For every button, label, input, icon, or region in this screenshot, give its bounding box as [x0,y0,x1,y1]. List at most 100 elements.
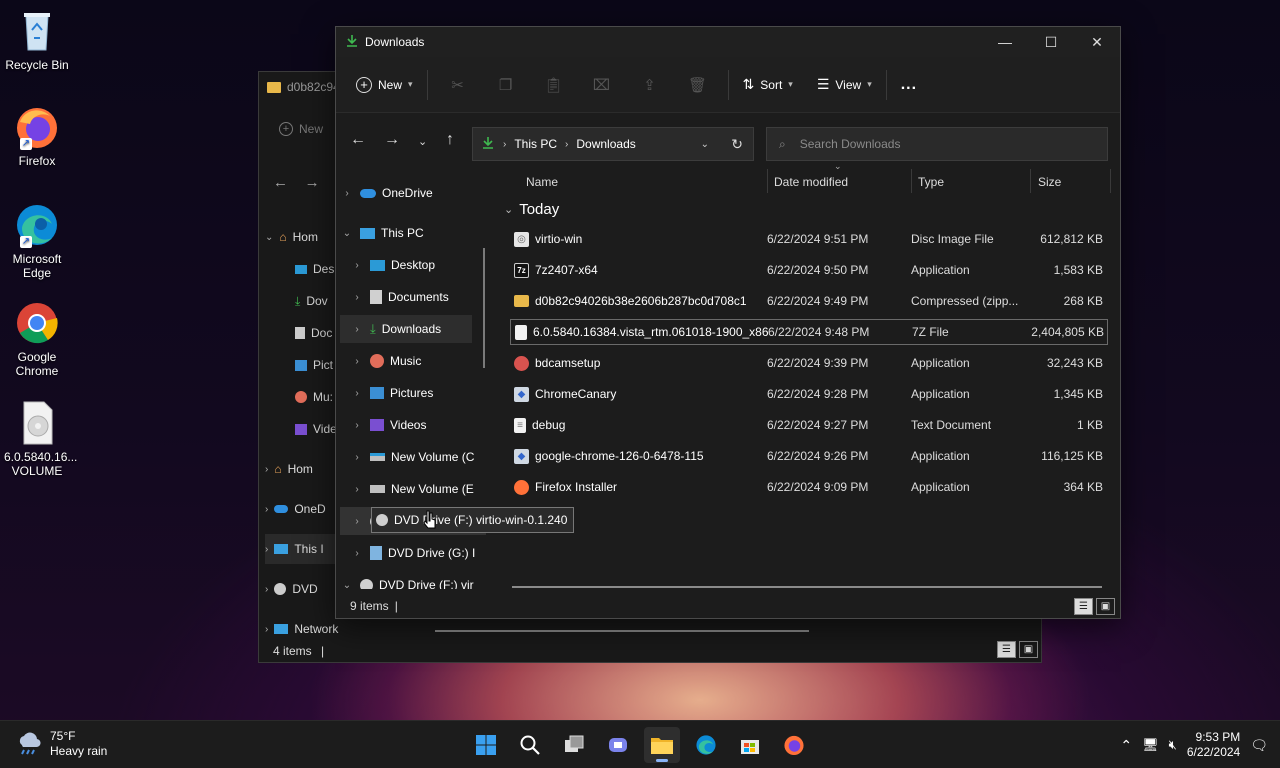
sidebar-scrollbar[interactable] [483,248,485,368]
window-title: Downloads [365,35,425,49]
chevron-right-icon: › [265,503,269,515]
column-header-type[interactable]: Type [918,169,944,195]
desktop-icon-chrome[interactable]: Google Chrome [4,300,70,378]
desktop-icon-edge[interactable]: ↗ Microsoft Edge [4,202,70,280]
view-button[interactable]: ☰ View ▾ [809,69,880,101]
volume-muted-icon[interactable]: 🔇︎ [1169,737,1177,753]
documents-icon [370,290,382,304]
store-button[interactable] [732,727,768,763]
background-new-button[interactable]: + New [279,122,323,136]
chevron-up-icon[interactable]: ⌃ [1120,737,1132,754]
sidebar-item-documents[interactable]: › Documents [350,283,491,311]
sort-label: Sort [760,77,783,92]
breadcrumb-this-pc[interactable]: This PC [514,137,557,151]
chevron-right-icon: › [355,259,359,271]
music-icon [370,354,384,368]
weather-condition: Heavy rain [50,744,108,758]
copy-button[interactable]: ❐ [482,69,530,101]
search-button[interactable] [512,727,548,763]
column-header-date[interactable]: Date modified [774,169,848,195]
desktop-icon-firefox[interactable]: ↗ Firefox [4,104,70,168]
sidebar-item-desktop[interactable]: › Desktop [350,251,491,279]
column-header-size[interactable]: Size [1038,169,1061,195]
delete-button[interactable]: 🗑︎ [674,69,722,101]
clock[interactable]: 9:53 PM 6/22/2024 [1187,730,1240,760]
column-header-name[interactable]: Name [526,169,558,195]
tiles-view-icon[interactable]: ▣ [1019,641,1038,658]
file-row[interactable]: ≡ debug 6/22/2024 9:27 PM Text Document 1… [510,412,1108,438]
file-row[interactable]: ◆ google-chrome-126-0-6478-115 6/22/2024 … [510,443,1108,469]
plus-icon: + [279,122,293,136]
sidebar-item-new-volume-c[interactable]: › New Volume (C [350,443,491,471]
onedrive-icon [274,505,289,513]
minimize-button[interactable]: — [982,27,1028,57]
paste-button[interactable]: 📋︎ [530,69,578,101]
file-row[interactable]: d0b82c94026b38e2606b287bc0d708c1 6/22/20… [510,288,1108,314]
sidebar-item-new-volume-e[interactable]: › New Volume (E [350,475,491,503]
file-row[interactable]: ◎ virtio-win 6/22/2024 9:51 PM Disc Image… [510,226,1108,252]
download-icon [481,136,495,153]
sidebar-item-dvd-g[interactable]: › DVD Drive (G:) I [350,539,491,567]
address-bar[interactable]: › This PC › Downloads ⌄ ↻ [472,127,754,161]
details-view-icon[interactable]: ☰ [997,641,1016,658]
more-options-button[interactable]: ... [893,69,925,101]
file-date: 6/22/2024 9:27 PM [767,418,869,432]
task-view-button[interactable] [556,727,592,763]
sidebar-item-pictures[interactable]: › Pictures [350,379,491,407]
home-icon: ⌂ [279,230,287,244]
desktop-icon-vista-volume[interactable]: 6.0.5840.16... VOLUME [4,400,77,478]
network-icon[interactable]: 🖥︎ [1142,737,1159,753]
sidebar-item-videos[interactable]: › Videos [350,411,491,439]
background-horizontal-scrollbar[interactable] [435,630,809,632]
horizontal-scrollbar[interactable] [512,586,1102,588]
rename-button[interactable]: ⌧ [578,69,626,101]
breadcrumb-downloads[interactable]: Downloads [576,137,635,151]
up-arrow-icon[interactable]: ↑ [446,131,454,149]
search-input[interactable]: ⌕ Search Downloads [766,127,1108,161]
pictures-icon [370,387,384,399]
refresh-icon[interactable]: ↻ [731,136,743,153]
sidebar-item-dvd-f-expanded[interactable]: ⌄ DVD Drive (F:) vir [340,571,486,589]
sidebar-item-downloads[interactable]: › ⤓ Downloads [340,315,472,343]
forward-arrow-icon[interactable]: → [305,174,320,191]
new-button[interactable]: + New ▾ [348,69,421,101]
details-view-icon[interactable]: ☰ [1074,598,1093,615]
recycle-bin-icon [14,8,60,54]
chevron-down-icon[interactable]: ⌄ [701,139,709,150]
sidebar-item-onedrive[interactable]: › OneDrive [340,179,486,207]
close-button[interactable]: ✕ [1074,27,1120,57]
sort-button[interactable]: ⇅ Sort ▾ [735,69,801,101]
firefox-taskbar-button[interactable] [776,727,812,763]
sidebar-item-music[interactable]: › Music [350,347,491,375]
text-file-icon: ≡ [514,417,526,433]
download-icon: ⤓ [370,321,376,336]
notification-icon[interactable]: 🗨︎ [1250,737,1268,754]
share-button[interactable]: ⇪ [626,69,674,101]
desktop-icon-recycle-bin[interactable]: Recycle Bin [4,8,70,72]
view-toggle: ☰ ▣ [1074,598,1115,615]
file-row[interactable]: Firefox Installer 6/22/2024 9:09 PM Appl… [510,474,1108,500]
back-arrow-icon[interactable]: ← [273,174,288,191]
tiles-view-icon[interactable]: ▣ [1096,598,1115,615]
edge-taskbar-button[interactable] [688,727,724,763]
cut-button[interactable]: ✂ [434,69,482,101]
teams-chat-button[interactable] [600,727,636,763]
file-type: 7Z File [912,325,949,339]
file-row[interactable]: 6.0.5840.16384.vista_rtm.061018-1900_x86… [510,319,1108,345]
file-row[interactable]: ◆ ChromeCanary 6/22/2024 9:28 PM Applicat… [510,381,1108,407]
file-row[interactable]: bdcamsetup 6/22/2024 9:39 PM Application… [510,350,1108,376]
weather-widget[interactable]: 75°F Heavy rain [16,729,107,759]
sidebar-item-this-pc[interactable]: ⌄ This PC [340,219,486,247]
desktop-icon-label: Google Chrome [15,350,59,378]
chevron-right-icon: › [355,387,359,399]
file-explorer-button[interactable] [644,727,680,763]
recent-locations-chevron-icon[interactable]: ⌄ [418,135,427,148]
back-arrow-icon[interactable]: ← [350,131,366,149]
maximize-button[interactable]: ☐ [1028,27,1074,57]
group-header-today[interactable]: ⌄ Today [504,201,559,218]
chevron-down-icon: ⌄ [265,231,274,243]
start-button[interactable] [468,727,504,763]
zip-folder-icon [267,81,281,93]
forward-arrow-icon[interactable]: → [384,131,400,149]
file-row[interactable]: 7z 7z2407-x64 6/22/2024 9:50 PM Applicati… [510,257,1108,283]
